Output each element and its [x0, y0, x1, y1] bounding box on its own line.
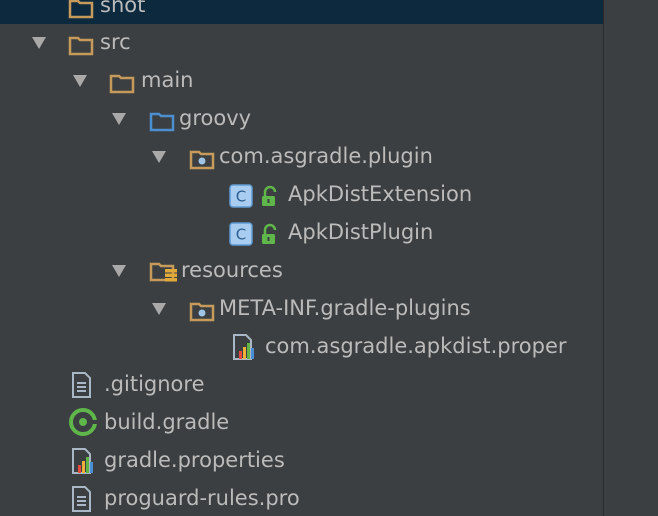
- tree-row-main[interactable]: main: [0, 61, 603, 99]
- tree-item-label: proguard-rules.pro: [104, 486, 300, 510]
- tree-row-apkdistextension[interactable]: C ApkDistExtension: [0, 175, 603, 213]
- project-tree: shot src main groovy com.asgradle.plugin…: [0, 0, 603, 516]
- tree-row-build-gradle[interactable]: build.gradle: [0, 403, 603, 441]
- expand-arrow-icon[interactable]: [32, 37, 46, 49]
- expand-arrow-icon[interactable]: [112, 265, 126, 277]
- expand-arrow-icon[interactable]: [73, 75, 87, 87]
- resources-folder-icon: [149, 258, 179, 282]
- tree-row-resources[interactable]: resources: [0, 251, 603, 289]
- expand-arrow-icon[interactable]: [112, 113, 126, 125]
- folder-icon: [68, 0, 94, 19]
- properties-file-icon: [231, 334, 257, 360]
- expand-arrow-icon[interactable]: [152, 151, 166, 163]
- gradle-icon: [68, 408, 98, 436]
- lock-icon: [259, 220, 281, 244]
- groovy-class-icon: C: [229, 220, 253, 246]
- tree-row-shot[interactable]: shot: [0, 0, 603, 24]
- text-file-icon: [70, 486, 94, 512]
- tree-item-label: META-INF.gradle-plugins: [219, 296, 471, 320]
- tree-item-label: com.asgradle.plugin: [219, 144, 433, 168]
- tree-row-src[interactable]: src: [0, 23, 603, 61]
- package-icon: [189, 144, 215, 170]
- svg-text:C: C: [236, 188, 246, 206]
- tree-row-proguard-rules[interactable]: proguard-rules.pro: [0, 479, 603, 516]
- source-folder-icon: [149, 106, 175, 132]
- tree-item-label: resources: [181, 258, 283, 282]
- lock-icon: [259, 182, 281, 206]
- expand-arrow-icon[interactable]: [152, 303, 166, 315]
- groovy-class-icon: C: [229, 182, 253, 208]
- tree-row-com-asgradle-plugin[interactable]: com.asgradle.plugin: [0, 137, 603, 175]
- tree-item-label: gradle.properties: [104, 448, 285, 472]
- text-file-icon: [70, 372, 94, 398]
- tree-item-label: src: [100, 30, 131, 54]
- folder-icon: [109, 68, 135, 94]
- tree-item-label: groovy: [179, 106, 252, 130]
- tree-row-gradle-properties[interactable]: gradle.properties: [0, 441, 603, 479]
- tree-row-apkdistplugin[interactable]: C ApkDistPlugin: [0, 213, 603, 251]
- tree-row-groovy[interactable]: groovy: [0, 99, 603, 137]
- package-icon: [189, 296, 215, 322]
- tree-row-gitignore[interactable]: .gitignore: [0, 365, 603, 403]
- tree-row-meta-inf-gradle-plugins[interactable]: META-INF.gradle-plugins: [0, 289, 603, 327]
- tree-item-label: ApkDistPlugin: [288, 220, 434, 244]
- vertical-scrollbar[interactable]: [603, 0, 658, 516]
- svg-text:C: C: [236, 226, 246, 244]
- tree-row-properties-file[interactable]: com.asgradle.apkdist.proper: [0, 327, 603, 365]
- tree-item-label: ApkDistExtension: [288, 182, 473, 206]
- properties-file-icon: [70, 448, 96, 474]
- tree-item-label: .gitignore: [104, 372, 205, 396]
- tree-item-label: com.asgradle.apkdist.proper: [265, 334, 567, 358]
- tree-item-label: main: [141, 68, 194, 92]
- tree-item-label: shot: [100, 0, 146, 17]
- tree-item-label: build.gradle: [104, 410, 230, 434]
- folder-icon: [68, 30, 94, 56]
